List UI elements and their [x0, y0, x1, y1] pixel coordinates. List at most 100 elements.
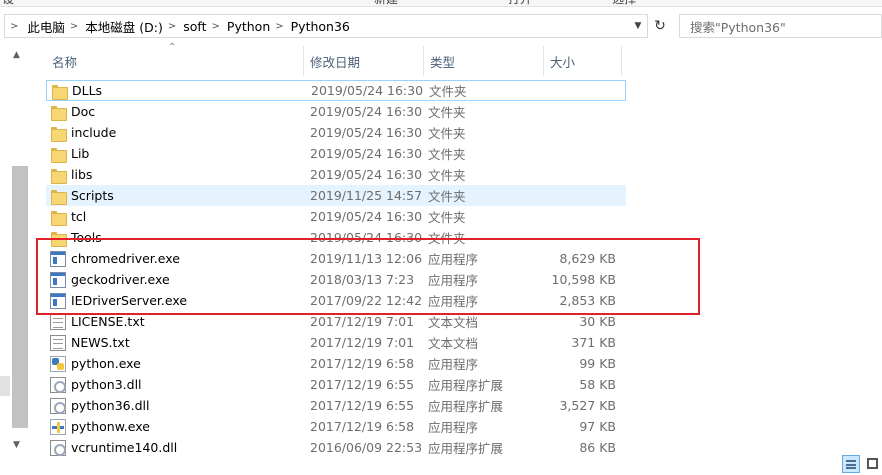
file-name-cell[interactable]: Doc	[46, 101, 304, 122]
file-date: 2017/12/19 7:01	[310, 314, 415, 329]
dll-icon	[50, 439, 66, 456]
exe-icon	[50, 292, 66, 309]
file-date: 2017/12/19 6:58	[310, 356, 415, 371]
file-name-cell[interactable]: LICENSE.txt	[46, 311, 304, 332]
file-row[interactable]: pythonw.exe 2017/12/19 6:58 应用程序 97 KB	[46, 416, 626, 437]
file-name-cell[interactable]: python.exe	[46, 353, 304, 374]
file-date: 2017/12/19 6:55	[310, 377, 415, 392]
file-name-cell[interactable]: python36.dll	[46, 395, 304, 416]
column-header-date[interactable]: 修改日期	[304, 46, 424, 76]
ribbon-label[interactable]: 设	[2, 0, 14, 5]
nav-pane-scrollbar[interactable]: ▲ ▼	[0, 46, 28, 458]
file-type: 文件夹	[428, 147, 466, 162]
file-name-cell[interactable]: vcruntime140.dll	[46, 437, 304, 458]
file-name-cell[interactable]: geckodriver.exe	[46, 269, 304, 290]
file-name-cell[interactable]: NEWS.txt	[46, 332, 304, 353]
ribbon-label[interactable]: 打开	[508, 0, 532, 5]
file-row[interactable]: IEDriverServer.exe 2017/09/22 12:42 应用程序 2,…	[46, 290, 626, 311]
file-type: 文件夹	[429, 84, 467, 99]
chevron-right-icon[interactable]: >	[272, 21, 288, 32]
ribbon-label[interactable]: 新建	[374, 0, 398, 5]
file-type: 应用程序扩展	[428, 399, 504, 414]
breadcrumb-python36[interactable]: Python36	[289, 15, 352, 37]
file-name-cell[interactable]: IEDriverServer.exe	[46, 290, 304, 311]
breadcrumb-drive-d[interactable]: 本地磁盘 (D:)	[83, 15, 165, 37]
breadcrumb-soft[interactable]: soft	[181, 15, 208, 37]
file-type: 文件夹	[428, 168, 466, 183]
chevron-down-icon[interactable]: ▼	[629, 15, 647, 37]
file-name-cell[interactable]: Lib	[46, 143, 304, 164]
file-row[interactable]: tcl 2019/05/24 16:30 文件夹	[46, 206, 626, 227]
file-row[interactable]: DLLs 2019/05/24 16:30 文件夹	[46, 80, 626, 101]
breadcrumb-label: Python	[226, 18, 271, 34]
file-row[interactable]: include 2019/05/24 16:30 文件夹	[46, 122, 626, 143]
file-type: 文件夹	[428, 231, 466, 246]
file-type: 文件夹	[428, 210, 466, 225]
file-name-cell[interactable]: pythonw.exe	[46, 416, 304, 437]
dll-icon	[50, 376, 66, 393]
file-row[interactable]: python3.dll 2017/12/19 6:55 应用程序扩展 58 KB	[46, 374, 626, 395]
column-label: 大小	[550, 54, 576, 70]
pythonw-icon	[50, 418, 66, 435]
file-name-cell[interactable]: tcl	[46, 206, 304, 227]
scroll-up-icon[interactable]: ▲	[13, 50, 20, 60]
file-row[interactable]: Lib 2019/05/24 16:30 文件夹	[46, 143, 626, 164]
details-view-button[interactable]	[842, 455, 860, 473]
scrollbar-thumb[interactable]	[12, 166, 28, 428]
file-type: 应用程序	[428, 420, 479, 435]
file-name-cell[interactable]: include	[46, 122, 304, 143]
file-name-cell[interactable]: chromedriver.exe	[46, 248, 304, 269]
file-name-cell[interactable]: python3.dll	[46, 374, 304, 395]
file-size: 99 KB	[579, 356, 616, 371]
file-row[interactable]: LICENSE.txt 2017/12/19 7:01 文本文档 30 KB	[46, 311, 626, 332]
file-row[interactable]: python36.dll 2017/12/19 6:55 应用程序扩展 3,527 K…	[46, 395, 626, 416]
file-date: 2019/05/24 16:30	[311, 83, 424, 98]
file-row[interactable]: NEWS.txt 2017/12/19 7:01 文本文档 371 KB	[46, 332, 626, 353]
file-name: vcruntime140.dll	[71, 440, 178, 455]
file-name: chromedriver.exe	[71, 251, 180, 266]
file-name-cell[interactable]: Tools	[46, 227, 304, 248]
ribbon-label[interactable]: 选择	[612, 0, 636, 5]
column-header-type[interactable]: 类型	[424, 46, 544, 76]
file-name: geckodriver.exe	[71, 272, 170, 287]
file-date: 2019/05/24 16:30	[310, 230, 423, 245]
refresh-icon[interactable]: ↻	[650, 16, 670, 36]
file-name: LICENSE.txt	[71, 314, 145, 329]
file-row[interactable]: python.exe 2017/12/19 6:58 应用程序 99 KB	[46, 353, 626, 374]
file-type: 文本文档	[428, 315, 479, 330]
details-view-icon	[846, 460, 856, 469]
file-row[interactable]: libs 2019/05/24 16:30 文件夹	[46, 164, 626, 185]
folder-icon	[50, 188, 67, 205]
file-row[interactable]: Doc 2019/05/24 16:30 文件夹	[46, 101, 626, 122]
file-row[interactable]: geckodriver.exe 2018/03/13 7:23 应用程序 10,598…	[46, 269, 626, 290]
breadcrumb-this-pc[interactable]: 此电脑	[25, 15, 67, 37]
file-name-cell[interactable]: DLLs	[47, 80, 305, 101]
folder-icon	[51, 83, 68, 100]
large-icons-view-button[interactable]	[864, 455, 882, 473]
address-bar[interactable]: > 此电脑 > 本地磁盘 (D:) > soft > Python > Pyth…	[4, 14, 648, 38]
file-name-cell[interactable]: libs	[46, 164, 304, 185]
file-row[interactable]: chromedriver.exe 2019/11/13 12:06 应用程序 8,62…	[46, 248, 626, 269]
txt-icon	[50, 313, 66, 330]
chevron-right-icon[interactable]: >	[165, 21, 181, 32]
column-header-name[interactable]: 名称 ⌃	[46, 42, 304, 76]
chevron-right-icon[interactable]: >	[209, 21, 225, 32]
file-type: 文件夹	[428, 189, 466, 204]
breadcrumb-python[interactable]: Python	[225, 15, 272, 37]
file-row[interactable]: vcruntime140.dll 2016/06/09 22:53 应用程序扩展 86…	[46, 437, 626, 458]
file-row[interactable]: Tools 2019/05/24 16:30 文件夹	[46, 227, 626, 248]
breadcrumb-root-chevron[interactable]: >	[5, 15, 25, 37]
scroll-down-icon[interactable]: ▼	[13, 440, 20, 450]
breadcrumb-label: 此电脑	[27, 19, 65, 35]
file-name-cell[interactable]: Scripts	[46, 185, 304, 206]
column-header-size[interactable]: 大小	[544, 46, 622, 76]
column-label: 名称	[52, 54, 78, 70]
exe-icon	[50, 250, 66, 267]
folder-icon	[50, 209, 67, 226]
file-date: 2017/12/19 7:01	[310, 335, 415, 350]
file-row[interactable]: Scripts 2019/11/25 14:57 文件夹	[46, 185, 626, 206]
file-size: 8,629 KB	[559, 251, 616, 266]
search-input[interactable]: 搜索"Python36"	[679, 14, 882, 38]
chevron-right-icon[interactable]: >	[67, 21, 83, 32]
file-type: 文件夹	[428, 105, 466, 120]
